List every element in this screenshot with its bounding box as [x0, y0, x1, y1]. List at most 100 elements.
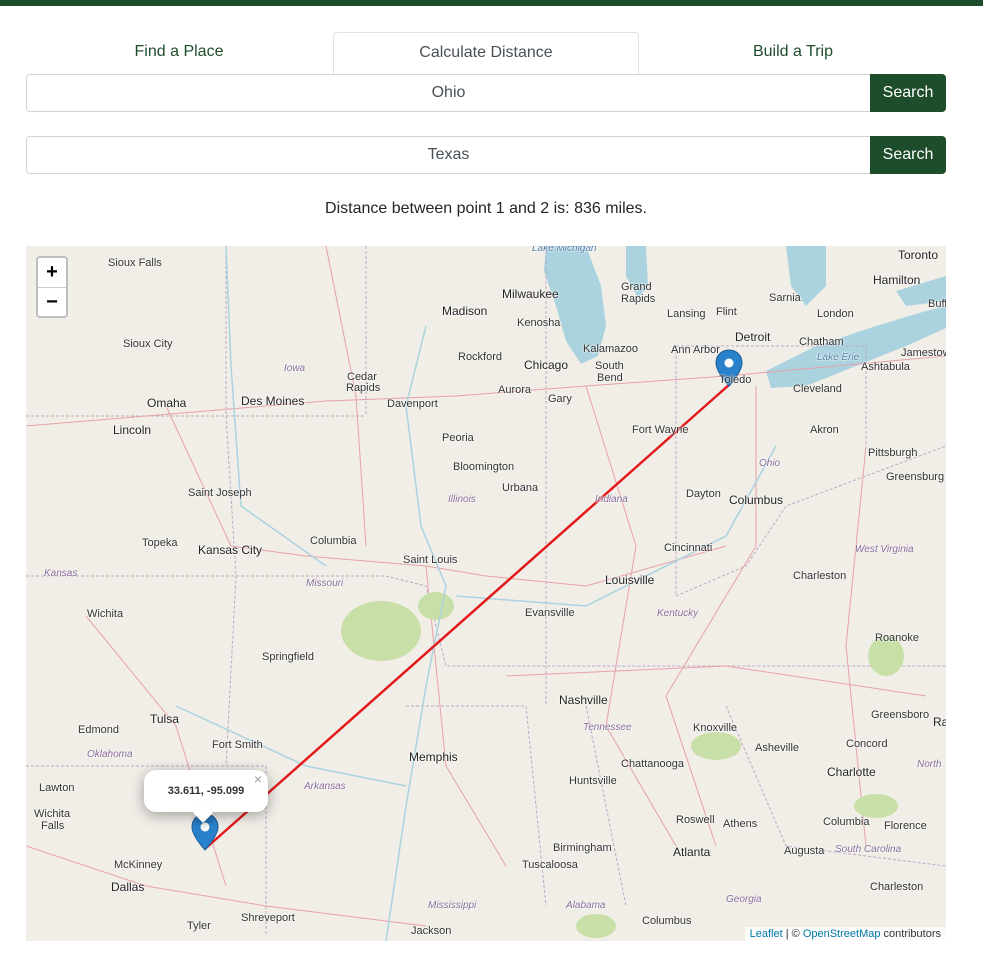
- map-label: West Virginia: [855, 544, 914, 555]
- map-label: Cincinnati: [664, 542, 713, 554]
- map-label: Lake Michigan: [532, 246, 597, 254]
- map-label: Davenport: [387, 398, 438, 410]
- map-label: Grand: [621, 281, 652, 293]
- map-label: Missouri: [306, 578, 344, 589]
- map-label: Chicago: [524, 358, 569, 372]
- map-label: Georgia: [726, 894, 762, 905]
- map-label: Rapids: [621, 293, 656, 305]
- map-attribution: Leaflet | © OpenStreetMap contributors: [744, 927, 946, 941]
- map-label: Evansville: [525, 607, 575, 619]
- map-label: Falls: [41, 820, 65, 832]
- map-label: Wichita: [34, 808, 71, 820]
- map-label: Lawton: [39, 782, 75, 794]
- point2-search-button[interactable]: Search: [870, 136, 946, 174]
- map-label: Shreveport: [241, 912, 295, 924]
- map-label: Wichita: [87, 608, 124, 620]
- map-label: Cleveland: [793, 383, 842, 395]
- map-label: Sioux Falls: [108, 257, 162, 269]
- map-label: Ann Arbor: [671, 344, 720, 356]
- map-label: Saint Louis: [403, 554, 458, 566]
- map-label: Charlotte: [827, 765, 876, 779]
- map-label: Knoxville: [693, 722, 738, 734]
- map-label: Fort Smith: [212, 739, 263, 751]
- point1-input[interactable]: [26, 74, 871, 112]
- leaflet-link[interactable]: Leaflet: [750, 928, 783, 940]
- point1-search-button[interactable]: Search: [870, 74, 946, 112]
- map-label: Birmingham: [553, 842, 612, 854]
- map-label: Athens: [723, 818, 758, 830]
- map-label: Ohio: [759, 458, 781, 469]
- map-label: Columbia: [823, 816, 870, 828]
- tab-build-a-trip[interactable]: Build a Trip: [640, 32, 946, 74]
- osm-link[interactable]: OpenStreetMap: [803, 928, 881, 940]
- top-bar: [0, 0, 983, 6]
- map-label: South: [595, 360, 624, 372]
- map-label: Hamilton: [873, 273, 921, 287]
- map-label: Springfield: [262, 651, 314, 663]
- map-label: Lake Erie: [817, 352, 860, 363]
- map-label: Memphis: [409, 750, 458, 764]
- zoom-in-button[interactable]: +: [38, 258, 66, 288]
- map-label: Jackson: [411, 925, 452, 937]
- map-label: Flint: [716, 306, 737, 318]
- map-label: Tennessee: [583, 722, 632, 733]
- map-label: Kansas City: [198, 543, 263, 557]
- map-label: Greensburg: [886, 471, 945, 483]
- map-label: Bend: [597, 372, 623, 384]
- map-label: Concord: [846, 738, 888, 750]
- map-label: Lansing: [667, 308, 706, 320]
- popup-close-button[interactable]: ×: [254, 758, 262, 800]
- map-label: Greensboro: [871, 709, 930, 721]
- map-label: Edmond: [78, 724, 119, 736]
- marker-popup: 33.611, -95.099 ×: [144, 770, 268, 823]
- map-label: Omaha: [147, 396, 187, 410]
- zoom-control: + −: [36, 256, 68, 318]
- route-line: [205, 383, 731, 849]
- map-label: Fort Wayne: [632, 424, 689, 436]
- map-label: Chattanooga: [621, 758, 684, 770]
- map-label: Huntsville: [569, 775, 617, 787]
- point2-input[interactable]: [26, 136, 871, 174]
- map-label: Ra: [933, 715, 946, 729]
- map-label: Atlanta: [673, 845, 711, 859]
- map-label: Arkansas: [304, 781, 346, 792]
- map-label: Kansas: [44, 568, 78, 579]
- map-label: McKinney: [114, 859, 163, 871]
- map-label: Chatham: [799, 336, 844, 348]
- map-label: London: [817, 308, 854, 320]
- map-label: Sarnia: [769, 292, 801, 304]
- map-label: Columbus: [642, 915, 692, 927]
- map[interactable]: Lake Michigan Toronto Sioux Falls Milwau…: [26, 246, 946, 941]
- map-label: Rockford: [458, 351, 503, 363]
- map-label: Madison: [442, 304, 488, 318]
- map-label: Roswell: [676, 814, 715, 826]
- map-label: Augusta: [784, 845, 825, 857]
- map-label: Akron: [810, 424, 839, 436]
- map-label: Toledo: [719, 374, 752, 386]
- map-label: Urbana: [502, 482, 539, 494]
- map-label: Sioux City: [123, 338, 173, 350]
- map-label: Alabama: [566, 900, 606, 911]
- map-label: Louisville: [605, 573, 655, 587]
- map-label: Saint Joseph: [188, 487, 252, 499]
- map-label: Asheville: [755, 742, 800, 754]
- zoom-out-button[interactable]: −: [38, 288, 66, 317]
- tab-calculate-distance[interactable]: Calculate Distance: [333, 32, 639, 74]
- map-label: Mississippi: [428, 900, 477, 911]
- map-label: Topeka: [142, 537, 178, 549]
- map-label: Dayton: [686, 488, 721, 500]
- map-label: Pittsburgh: [868, 447, 918, 459]
- map-label: South Carolina: [835, 844, 902, 855]
- tab-find-a-place[interactable]: Find a Place: [26, 32, 332, 74]
- map-label: Kalamazoo: [583, 343, 639, 355]
- popup-coordinates: 33.611, -95.099: [167, 785, 245, 797]
- map-label: Charleston: [793, 570, 847, 582]
- map-label: Roanoke: [875, 632, 920, 644]
- point1-row: Search: [26, 74, 946, 112]
- map-label: Indiana: [595, 494, 628, 505]
- map-label: Gary: [548, 393, 572, 405]
- map-label: Lincoln: [113, 423, 152, 437]
- map-label: Ashtabula: [861, 361, 910, 373]
- map-label: Kentucky: [657, 608, 699, 619]
- map-label: Toronto: [898, 248, 939, 262]
